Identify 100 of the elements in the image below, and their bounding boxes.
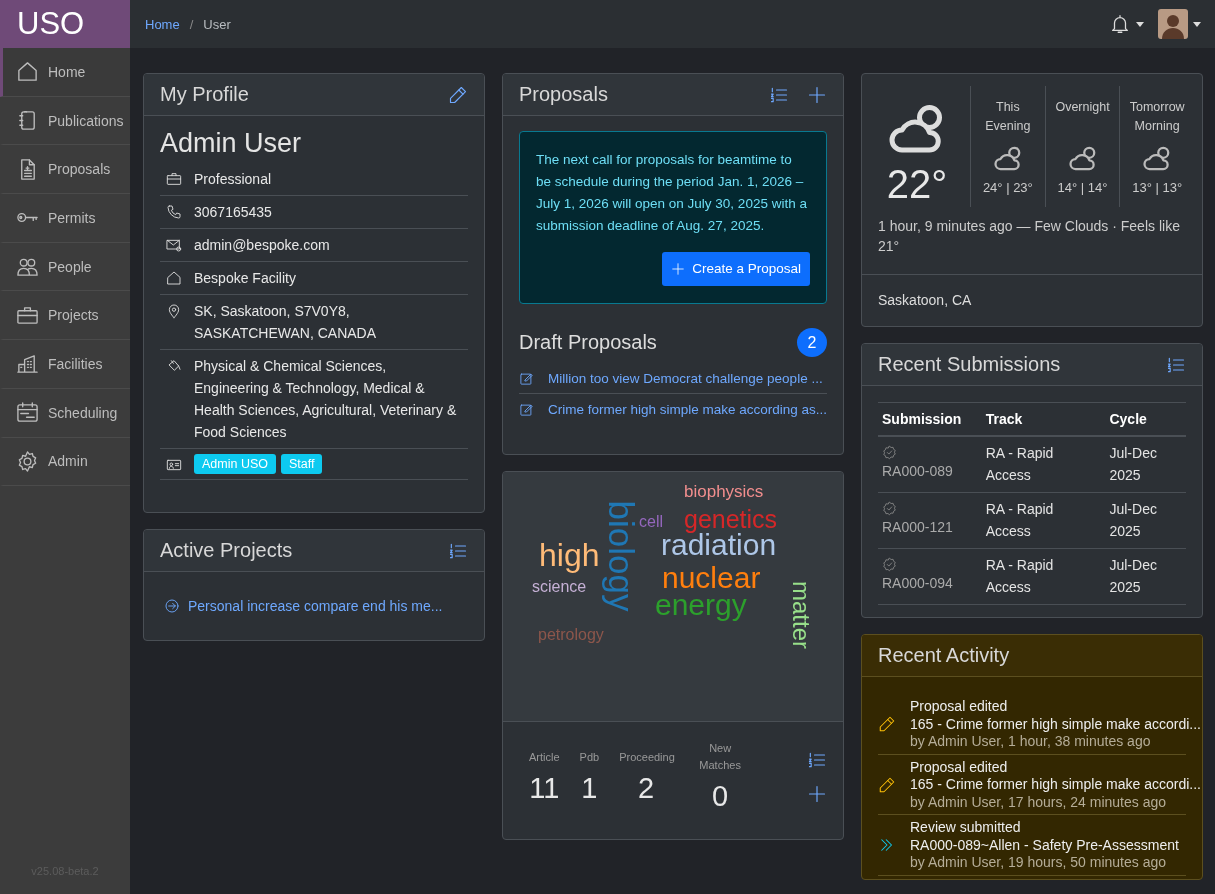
table-cell: RA000-094 xyxy=(882,575,953,591)
building-icon xyxy=(16,352,39,376)
activity-detail: RA000-089~Allen - Safety Pre-Assessment xyxy=(910,836,1179,854)
table-cell: Jul-Dec 2025 xyxy=(1109,557,1157,595)
table-cell: Jul-Dec 2025 xyxy=(1109,501,1157,539)
sidebar-item[interactable]: Facilities xyxy=(0,340,130,389)
card-title: Recent Submissions xyxy=(878,353,1061,376)
check-badge-icon xyxy=(882,501,897,516)
breadcrumb-link[interactable]: Home xyxy=(145,16,180,32)
count-badge: 2 xyxy=(797,328,827,357)
count-value: 1 xyxy=(581,771,598,805)
role-tag: Admin USO xyxy=(194,454,276,474)
profile-detail: 3067165435 xyxy=(194,203,272,222)
forecast-temperature: 13° | 13° xyxy=(1132,180,1183,195)
profile-detail: admin@bespoke.com xyxy=(194,236,330,255)
edit-icon xyxy=(519,402,534,417)
breadcrumb-separator: / xyxy=(189,16,194,32)
plus-icon xyxy=(671,262,686,276)
check-badge-icon xyxy=(882,557,897,572)
sidebar-item[interactable]: Admin xyxy=(0,437,130,487)
calendar-icon xyxy=(16,401,39,425)
word[interactable]: high xyxy=(539,539,600,571)
location: Saskatoon, CA xyxy=(862,274,1202,326)
word[interactable]: nuclear xyxy=(662,563,761,593)
phone-icon xyxy=(166,204,182,220)
notice-text: The next call for proposals for beamtime to be schedule during the period Jan. 1, 2026 – July 1, 2026 will open on July 30, 2025 with a submission deadline of Aug. 27, 2025. xyxy=(536,151,808,235)
sidebar-item[interactable]: Projects xyxy=(0,291,130,341)
activity-meta: by Admin User, 17 hours, 24 minutes ago xyxy=(910,793,1168,811)
project-link[interactable]: Personal increase compare end his me... xyxy=(188,598,443,614)
add-button[interactable] xyxy=(807,783,827,804)
briefcase-icon xyxy=(166,171,182,187)
card-title: My Profile xyxy=(160,83,249,106)
profile-detail: Bespoke Facility xyxy=(194,269,296,288)
forecast-label: This Evening xyxy=(984,99,1032,135)
column-header: Cycle xyxy=(1105,402,1186,436)
activity-meta: by Admin User, 19 hours, 50 minutes ago xyxy=(910,854,1168,872)
arrow-circle-icon xyxy=(164,598,180,614)
card-title: Active Projects xyxy=(160,539,293,562)
sidebar-item[interactable]: Permits xyxy=(0,194,130,243)
profile-detail: SK, Saskatoon, S7V0Y8, SASKATCHEWAN, CANADA xyxy=(194,302,378,343)
profile-name: Admin User xyxy=(160,128,303,159)
weather-summary: 1 hour, 9 minutes ago — Few Clouds · Feels like 21° xyxy=(877,217,1181,256)
envelope-icon xyxy=(166,237,182,253)
pencil-icon xyxy=(448,84,468,105)
column-header: Track xyxy=(981,402,1106,436)
profile-detail: Physical & Chemical Sciences, Engineering & Technology, Medical & Health Sciences, Agricultural, Veterinary & Food Sciences xyxy=(194,357,458,442)
caret-icon xyxy=(1193,21,1201,27)
draft-link[interactable]: Crime former high simple make according as... xyxy=(548,402,828,417)
create-proposal-button[interactable]: Create a Proposal xyxy=(662,252,810,286)
sidebar-item[interactable]: People xyxy=(0,242,130,292)
table-cell: RA - Rapid Access xyxy=(985,445,1054,483)
logo[interactable]: USO xyxy=(0,0,130,48)
notification-bell-icon xyxy=(1109,13,1131,35)
activity-meta: by Admin User, 1 hour, 38 minutes ago xyxy=(910,733,1152,751)
count-label: Pdb xyxy=(579,749,600,765)
word[interactable]: science xyxy=(532,579,587,595)
activity-detail: 165 - Crime former high simple make accordi... xyxy=(910,715,1201,733)
sidebar-item[interactable]: Proposals xyxy=(0,145,130,195)
section-title: Draft Proposals xyxy=(519,331,657,354)
check-badge-icon xyxy=(882,445,897,460)
add-button[interactable] xyxy=(807,84,827,105)
forecast-temperature: 24° | 23° xyxy=(982,180,1033,195)
column-header: Submission xyxy=(878,402,982,436)
sidebar-item[interactable]: Scheduling xyxy=(0,388,130,438)
count-value: 11 xyxy=(529,771,560,805)
forecast-label: Tomorrow Morning xyxy=(1128,99,1186,135)
profile-detail: Professional xyxy=(194,170,272,189)
forecast-label: Overnight xyxy=(1055,99,1110,116)
caret-icon xyxy=(1136,21,1144,27)
breadcrumb-current: User xyxy=(203,16,231,32)
avatar-icon xyxy=(1158,9,1188,39)
user-menu-button[interactable] xyxy=(1158,9,1201,39)
table-cell: Jul-Dec 2025 xyxy=(1109,445,1157,483)
card-title: Proposals xyxy=(519,83,608,106)
settings-icon xyxy=(16,449,39,473)
word[interactable]: biophysics xyxy=(684,483,764,500)
draft-link[interactable]: Million too view Democrat challenge people ... xyxy=(548,371,823,386)
notifications-button[interactable] xyxy=(1109,13,1144,35)
paint-bucket-icon xyxy=(166,358,182,374)
word[interactable]: energy xyxy=(655,590,747,620)
table-cell: RA000-089 xyxy=(882,463,953,479)
pencil-icon xyxy=(878,715,896,734)
home-icon xyxy=(166,270,182,286)
count-label: New Matches xyxy=(698,741,742,773)
table-cell: RA000-121 xyxy=(882,519,953,535)
table-cell: RA - Rapid Access xyxy=(985,501,1054,539)
edit-icon xyxy=(519,371,534,386)
activity-title: Review submitted xyxy=(910,819,1022,837)
word[interactable]: matter xyxy=(789,581,813,649)
plus-icon xyxy=(807,783,827,804)
role-tag: Staff xyxy=(281,454,323,474)
edit-profile-button[interactable] xyxy=(448,84,468,105)
card-title: Recent Activity xyxy=(878,644,1010,667)
sidebar-item[interactable]: Home xyxy=(0,48,130,97)
temperature: 22° xyxy=(886,162,948,207)
table-cell: RA - Rapid Access xyxy=(985,557,1054,595)
sidebar-item[interactable]: Publications xyxy=(0,96,130,146)
activity-title: Proposal edited xyxy=(910,758,1009,776)
home-icon xyxy=(16,60,39,84)
pencil-icon xyxy=(878,775,896,794)
